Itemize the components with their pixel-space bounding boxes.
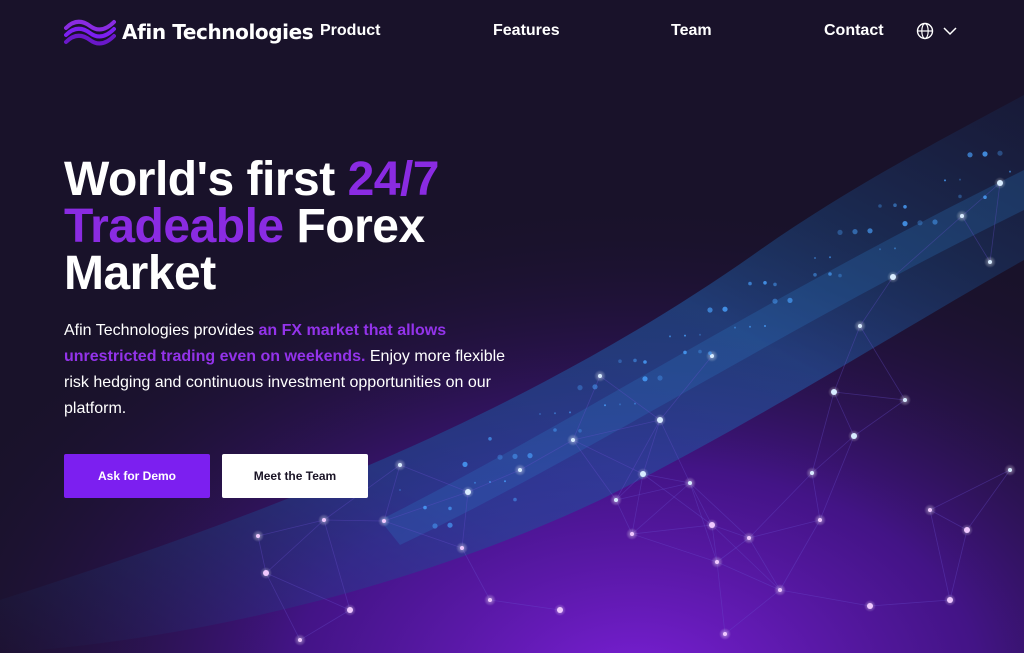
nav-link-contact[interactable]: Contact xyxy=(824,22,884,40)
meet-the-team-button[interactable]: Meet the Team xyxy=(222,454,368,498)
nav-link-product[interactable]: Product xyxy=(320,22,380,40)
hero-title: World's first 24/7 Tradeable Forex Marke… xyxy=(64,153,504,298)
language-selector[interactable] xyxy=(916,22,958,40)
nav-link-features[interactable]: Features xyxy=(493,22,560,40)
ask-for-demo-button[interactable]: Ask for Demo xyxy=(64,454,210,498)
hero-title-part1: World's first xyxy=(64,153,348,206)
top-navbar: Afin Technologies Product Features Team … xyxy=(0,0,1024,64)
brand-logo[interactable]: Afin Technologies xyxy=(64,16,314,48)
hero-desc-part1: Afin Technologies provides xyxy=(64,322,259,339)
globe-icon xyxy=(916,22,934,40)
nav-link-team[interactable]: Team xyxy=(671,22,712,40)
hero-description: Afin Technologies provides an FX market … xyxy=(64,318,514,422)
brand-name: Afin Technologies xyxy=(122,20,314,44)
chevron-down-icon xyxy=(943,27,957,36)
waves-logo-icon xyxy=(64,19,116,46)
